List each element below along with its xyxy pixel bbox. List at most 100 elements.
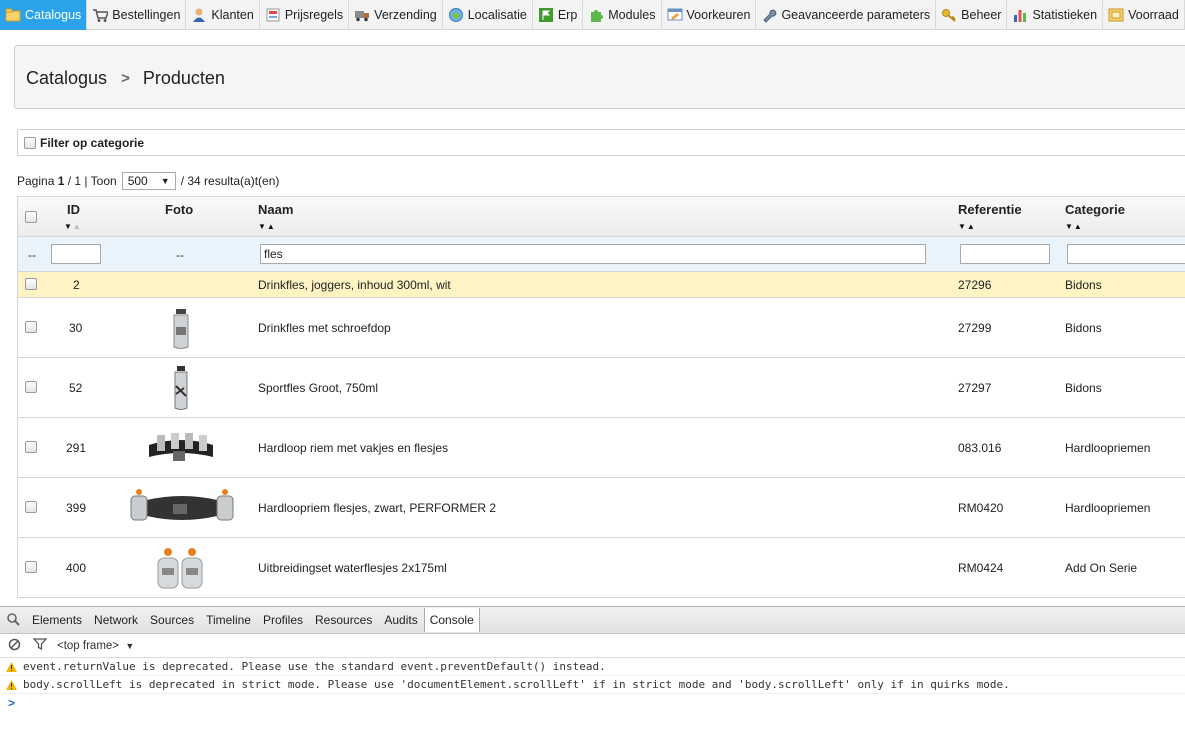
category-filter-label[interactable]: Filter op categorie — [40, 136, 144, 150]
nav-tab-verzending[interactable]: Verzending — [349, 0, 443, 30]
console-message-text: event.returnValue is deprecated. Please … — [23, 660, 606, 673]
sort-reference[interactable]: ▼▲ — [958, 222, 976, 231]
table-row[interactable]: 400 Uitbreidingset waterflesjes 2x175ml … — [18, 538, 1185, 598]
row-checkbox[interactable] — [25, 321, 37, 333]
row-checkbox[interactable] — [25, 501, 37, 513]
row-checkbox[interactable] — [25, 278, 37, 290]
row-checkbox[interactable] — [25, 441, 37, 453]
nav-label: Bestellingen — [112, 8, 181, 22]
nav-tab-bestellingen[interactable]: Bestellingen — [87, 0, 187, 30]
filter-category-input[interactable] — [1067, 244, 1185, 264]
row-category: Bidons — [1065, 321, 1102, 335]
table-row[interactable]: 2 Drinkfles, joggers, inhoud 300ml, wit … — [18, 272, 1185, 298]
products-table: ID ▼▲ Foto Naam ▼▲ Referentie ▼▲ Categor… — [17, 196, 1185, 598]
table-row[interactable]: 291 Hardloop riem met vakjes en flesjes … — [18, 418, 1185, 478]
select-all-checkbox[interactable] — [25, 211, 37, 223]
nav-tab-geavanceerde-parameters[interactable]: Geavanceerde parameters — [756, 0, 937, 30]
nav-tab-statistieken[interactable]: Statistieken — [1007, 0, 1104, 30]
nav-tab-modules[interactable]: Modules — [583, 0, 662, 30]
header-name[interactable]: Naam — [258, 202, 293, 217]
header-id[interactable]: ID — [67, 202, 80, 217]
devtools-tab-elements[interactable]: Elements — [26, 613, 88, 627]
breadcrumb-parent[interactable]: Catalogus — [26, 68, 107, 89]
header-category[interactable]: Categorie — [1065, 202, 1125, 217]
product-thumbnail — [154, 544, 208, 595]
nav-tab-prijsregels[interactable]: Prijsregels — [260, 0, 350, 30]
sort-id[interactable]: ▼▲ — [64, 222, 82, 231]
sort-asc-icon[interactable]: ▲ — [1074, 222, 1083, 231]
sort-desc-icon[interactable]: ▼ — [64, 222, 73, 231]
table-row[interactable]: 52 Sportfles Groot, 750ml 27297 Bidons — [18, 358, 1185, 418]
row-name[interactable]: Drinkfles, joggers, inhoud 300ml, wit — [258, 278, 451, 292]
user-icon — [191, 7, 207, 23]
product-thumbnail — [158, 305, 204, 354]
nav-label: Prijsregels — [284, 8, 344, 22]
frame-selector-label: <top frame> — [57, 639, 120, 652]
nav-tab-catalogus[interactable]: Catalogus — [0, 0, 88, 30]
row-checkbox[interactable] — [25, 381, 37, 393]
row-name[interactable]: Drinkfles met schroefdop — [258, 321, 391, 335]
sort-name[interactable]: ▼▲ — [258, 222, 276, 231]
sort-desc-icon[interactable]: ▼ — [1065, 222, 1074, 231]
nav-tab-erp[interactable]: Erp — [533, 0, 584, 30]
sort-desc-icon[interactable]: ▼ — [258, 222, 267, 231]
devtools-tab-audits[interactable]: Audits — [378, 613, 423, 627]
header-reference[interactable]: Referentie — [958, 202, 1022, 217]
sort-asc-icon[interactable]: ▲ — [267, 222, 276, 231]
row-reference: 27297 — [958, 381, 992, 395]
devtools-tab-console[interactable]: Console — [423, 608, 480, 632]
per-page-select[interactable]: 500 ▼ — [121, 172, 176, 190]
row-name[interactable]: Uitbreidingset waterflesjes 2x175ml — [258, 561, 447, 575]
filter-name-input[interactable]: fles — [260, 244, 926, 264]
devtools-tabs: Elements Network Sources Timeline Profil… — [0, 607, 1185, 634]
table-row[interactable]: 30 Drinkfles met schroefdop 27299 Bidons — [18, 298, 1185, 358]
table-row[interactable]: 399 Hardloopriem flesjes, zwart, PERFORM… — [18, 478, 1185, 538]
frame-selector[interactable]: <top frame> ▼ — [57, 640, 134, 652]
filter-icon[interactable] — [32, 638, 48, 653]
row-id: 291 — [66, 441, 87, 455]
row-id: 52 — [69, 381, 83, 395]
filter-id-input[interactable] — [51, 244, 101, 264]
nav-tab-beheer[interactable]: Beheer — [936, 0, 1008, 30]
row-name[interactable]: Hardloop riem met vakjes en flesjes — [258, 441, 448, 455]
row-checkbox[interactable] — [25, 561, 37, 573]
row-name[interactable]: Hardloopriem flesjes, zwart, PERFORMER 2 — [258, 501, 496, 515]
nav-label: Beheer — [961, 8, 1002, 22]
devtools-tab-resources[interactable]: Resources — [309, 613, 378, 627]
category-filter-checkbox[interactable] — [24, 136, 36, 149]
sort-asc-icon[interactable]: ▲ — [73, 222, 82, 231]
preferences-icon — [667, 7, 683, 23]
sort-desc-icon[interactable]: ▼ — [958, 222, 967, 231]
console-message: event.returnValue is deprecated. Please … — [0, 658, 1185, 676]
search-icon[interactable] — [6, 612, 20, 629]
pagination-results: / 34 resulta(a)t(en) — [180, 174, 280, 188]
row-name[interactable]: Sportfles Groot, 750ml — [258, 381, 378, 395]
row-category: Add On Serie — [1065, 561, 1138, 575]
folder-icon — [5, 7, 21, 23]
devtools-tab-timeline[interactable]: Timeline — [200, 613, 257, 627]
devtools-tab-sources[interactable]: Sources — [144, 613, 200, 627]
nav-tab-klanten[interactable]: Klanten — [186, 0, 260, 30]
nav-label: Voorraad — [1128, 8, 1179, 22]
filter-select-dash[interactable]: -- — [28, 248, 36, 262]
nav-tab-localisatie[interactable]: Localisatie — [443, 0, 533, 30]
product-thumbnail — [166, 364, 196, 415]
clear-console-icon[interactable] — [8, 638, 21, 654]
nav-tab-voorkeuren[interactable]: Voorkeuren — [662, 0, 757, 30]
devtools-tab-network[interactable]: Network — [88, 613, 144, 627]
nav-label: Statistieken — [1032, 8, 1098, 22]
filter-reference-input[interactable] — [960, 244, 1050, 264]
row-id: 2 — [73, 278, 80, 292]
row-id: 30 — [69, 321, 83, 335]
console-prompt[interactable]: > — [0, 696, 1185, 710]
sort-asc-icon[interactable]: ▲ — [967, 222, 976, 231]
devtools-panel: Elements Network Sources Timeline Profil… — [0, 606, 1185, 740]
sort-category[interactable]: ▼▲ — [1065, 222, 1083, 231]
product-thumbnail — [147, 425, 215, 474]
header-photo: Foto — [165, 202, 194, 217]
warning-icon — [6, 661, 17, 672]
pagination: Pagina 1 / 1 | Toon 500 ▼ / 34 resulta(a)… — [17, 171, 279, 191]
devtools-tab-profiles[interactable]: Profiles — [257, 613, 309, 627]
nav-tab-voorraad[interactable]: Voorraad — [1103, 0, 1185, 30]
row-id: 399 — [66, 501, 87, 515]
